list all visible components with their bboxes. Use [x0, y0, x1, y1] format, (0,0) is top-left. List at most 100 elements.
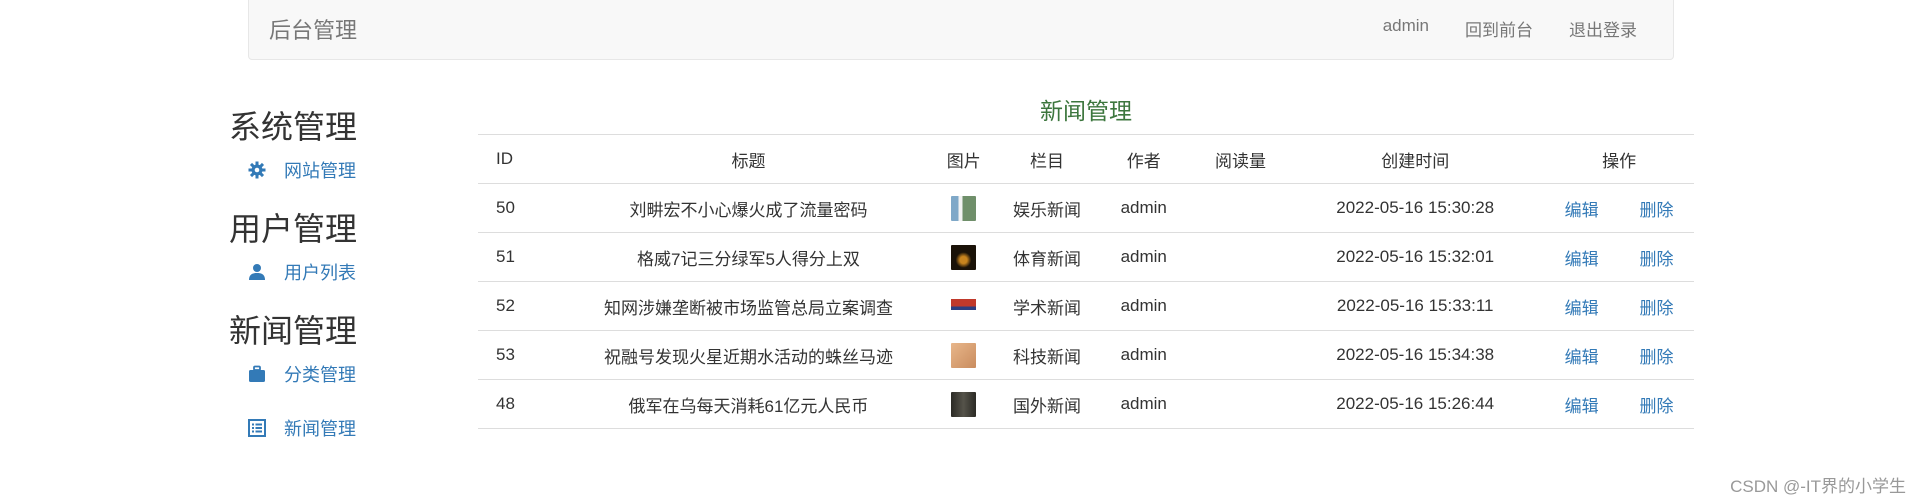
sidebar-item-user-list[interactable]: 用户列表	[229, 252, 459, 292]
cell-created: 2022-05-16 15:32:01	[1286, 232, 1545, 282]
watermark: CSDN @-IT界的小学生	[1730, 477, 1906, 496]
table-row: 53 祝融号发现火星近期水活动的蛛丝马迹 科技新闻 admin 2022-05-…	[478, 330, 1694, 380]
brand-title[interactable]: 后台管理	[269, 13, 357, 45]
cell-category: 体育新闻	[1001, 232, 1093, 282]
sidebar-heading-users: 用户管理	[229, 211, 358, 247]
cell-title: 俄军在乌每天消耗61亿元人民币	[570, 379, 927, 429]
column-header: 操作	[1544, 134, 1694, 184]
cell-id: 53	[478, 330, 571, 380]
column-header: 阅读量	[1194, 134, 1287, 184]
cell-created: 2022-05-16 15:34:38	[1286, 330, 1545, 380]
cell-id: 52	[478, 281, 571, 331]
navbar-links: admin 回到前台 退出登录	[1383, 16, 1637, 41]
cell-author: admin	[1092, 183, 1195, 233]
gear-icon	[247, 160, 267, 180]
edit-link[interactable]: 编辑	[1565, 397, 1599, 416]
sidebar-heading-system: 系统管理	[229, 109, 358, 145]
briefcase-icon	[247, 364, 267, 384]
table-row: 50 刘畊宏不小心爆火成了流量密码 娱乐新闻 admin 2022-05-16 …	[478, 183, 1694, 233]
cell-delete: 删除	[1619, 281, 1694, 331]
news-thumbnail	[951, 391, 977, 417]
cell-id: 50	[478, 183, 571, 233]
cell-edit: 编辑	[1544, 379, 1620, 429]
delete-link[interactable]: 删除	[1640, 348, 1674, 367]
cell-id: 51	[478, 232, 571, 282]
page-title: 新闻管理	[1040, 98, 1132, 124]
column-header: 创建时间	[1286, 134, 1545, 184]
sidebar: 系统管理 网站管理 用户管理 用户列表 新闻管理 分类管理 新闻管理	[229, 104, 459, 448]
logout-link[interactable]: 退出登录	[1569, 16, 1637, 41]
column-header: 标题	[570, 134, 927, 184]
cell-delete: 删除	[1619, 232, 1694, 282]
sidebar-item-news[interactable]: 新闻管理	[229, 408, 459, 448]
column-header: 栏目	[1001, 134, 1093, 184]
news-thumbnail	[951, 293, 977, 319]
main-content: 新闻管理 ID 标题 图片 栏目 作者 阅读量 创建时间 操作 50 刘畊宏不小…	[478, 88, 1694, 429]
cell-image	[926, 281, 1002, 331]
cell-reads	[1194, 281, 1287, 331]
sidebar-item-label: 新闻管理	[284, 419, 356, 439]
sidebar-heading-news: 新闻管理	[229, 313, 358, 349]
sidebar-item-categories[interactable]: 分类管理	[229, 354, 459, 394]
cell-reads	[1194, 232, 1287, 282]
cell-image	[926, 379, 1002, 429]
user-icon	[247, 262, 267, 282]
edit-link[interactable]: 编辑	[1565, 201, 1599, 220]
user-link[interactable]: admin	[1383, 16, 1429, 41]
edit-link[interactable]: 编辑	[1565, 250, 1599, 269]
cell-delete: 删除	[1619, 330, 1694, 380]
cell-image	[926, 330, 1002, 380]
cell-author: admin	[1092, 330, 1195, 380]
cell-title: 祝融号发现火星近期水活动的蛛丝马迹	[570, 330, 927, 380]
cell-reads	[1194, 379, 1287, 429]
cell-author: admin	[1092, 281, 1195, 331]
cell-image	[926, 232, 1002, 282]
cell-id: 48	[478, 379, 571, 429]
news-thumbnail	[951, 195, 977, 221]
table-row: 51 格威7记三分绿军5人得分上双 体育新闻 admin 2022-05-16 …	[478, 232, 1694, 282]
cell-created: 2022-05-16 15:33:11	[1286, 281, 1545, 331]
cell-image	[926, 183, 1002, 233]
sidebar-item-site-settings[interactable]: 网站管理	[229, 150, 459, 190]
top-navbar: 后台管理 admin 回到前台 退出登录	[248, 0, 1674, 60]
edit-link[interactable]: 编辑	[1565, 348, 1599, 367]
cell-category: 国外新闻	[1001, 379, 1093, 429]
cell-delete: 删除	[1619, 379, 1694, 429]
cell-edit: 编辑	[1544, 281, 1620, 331]
column-header: 图片	[926, 134, 1002, 184]
cell-title: 知网涉嫌垄断被市场监管总局立案调查	[570, 281, 927, 331]
cell-category: 科技新闻	[1001, 330, 1093, 380]
delete-link[interactable]: 删除	[1640, 250, 1674, 269]
delete-link[interactable]: 删除	[1640, 397, 1674, 416]
table-row: 52 知网涉嫌垄断被市场监管总局立案调查 学术新闻 admin 2022-05-…	[478, 281, 1694, 331]
cell-edit: 编辑	[1544, 183, 1620, 233]
table-header-row: ID 标题 图片 栏目 作者 阅读量 创建时间 操作	[478, 134, 1694, 184]
cell-category: 娱乐新闻	[1001, 183, 1093, 233]
column-header: 作者	[1092, 134, 1195, 184]
front-page-link[interactable]: 回到前台	[1465, 16, 1533, 41]
news-table: ID 标题 图片 栏目 作者 阅读量 创建时间 操作 50 刘畊宏不小心爆火成了…	[478, 134, 1694, 429]
cell-delete: 删除	[1619, 183, 1694, 233]
news-thumbnail	[951, 244, 977, 270]
cell-category: 学术新闻	[1001, 281, 1093, 331]
list-icon	[247, 418, 267, 438]
sidebar-item-label: 分类管理	[284, 365, 356, 385]
sidebar-item-label: 用户列表	[284, 263, 356, 283]
cell-edit: 编辑	[1544, 330, 1620, 380]
cell-author: admin	[1092, 379, 1195, 429]
cell-reads	[1194, 183, 1287, 233]
cell-reads	[1194, 330, 1287, 380]
edit-link[interactable]: 编辑	[1565, 299, 1599, 318]
cell-title: 格威7记三分绿军5人得分上双	[570, 232, 927, 282]
cell-edit: 编辑	[1544, 232, 1620, 282]
column-header: ID	[478, 134, 571, 184]
delete-link[interactable]: 删除	[1640, 299, 1674, 318]
delete-link[interactable]: 删除	[1640, 201, 1674, 220]
cell-created: 2022-05-16 15:26:44	[1286, 379, 1545, 429]
cell-author: admin	[1092, 232, 1195, 282]
news-thumbnail	[951, 342, 977, 368]
cell-created: 2022-05-16 15:30:28	[1286, 183, 1545, 233]
cell-title: 刘畊宏不小心爆火成了流量密码	[570, 183, 927, 233]
table-row: 48 俄军在乌每天消耗61亿元人民币 国外新闻 admin 2022-05-16…	[478, 379, 1694, 429]
sidebar-item-label: 网站管理	[284, 161, 356, 181]
